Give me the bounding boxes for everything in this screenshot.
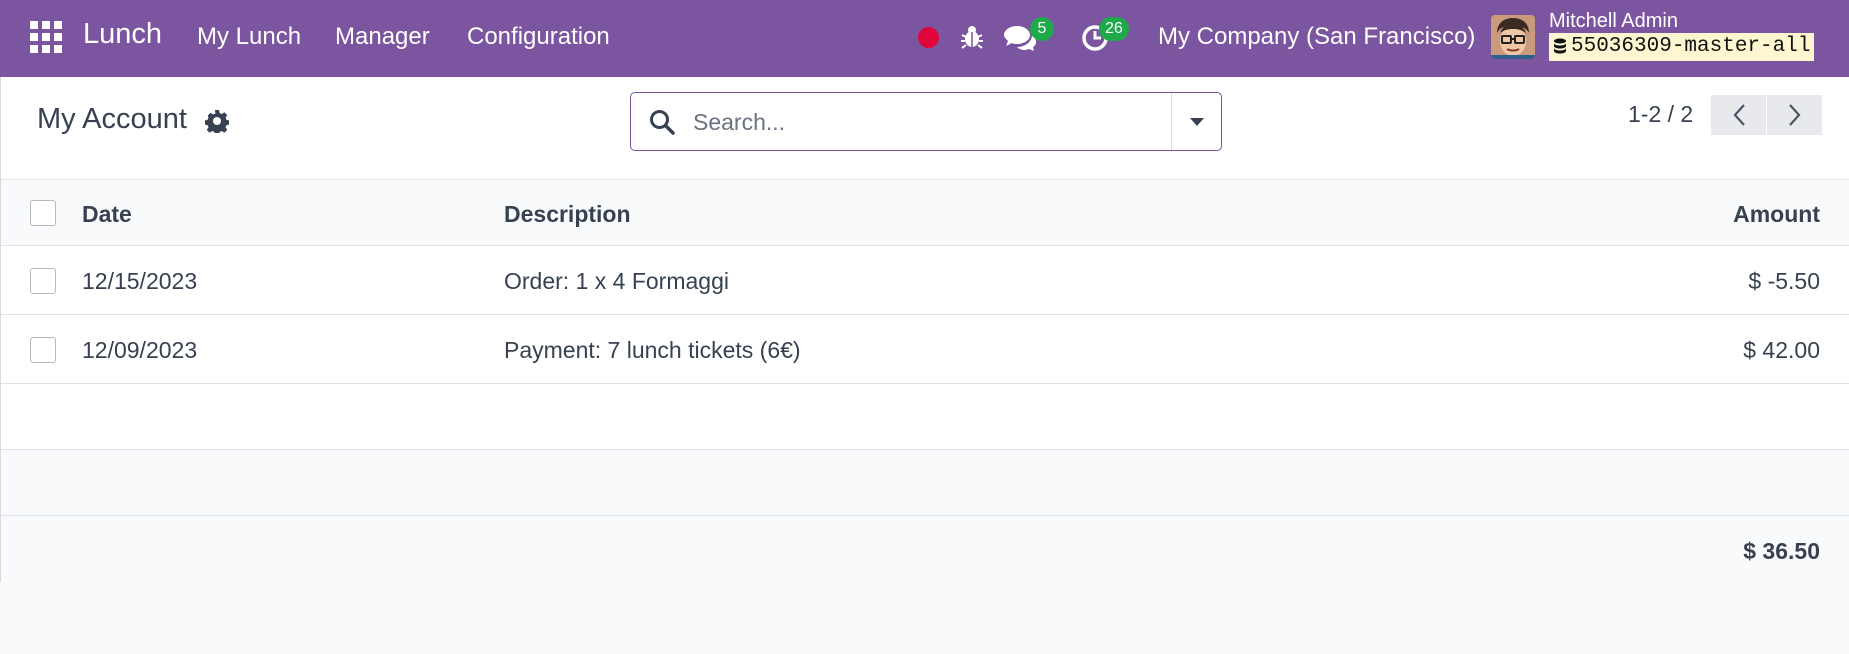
table-row[interactable]: 12/09/2023 Payment: 7 lunch tickets (6€)…	[1, 315, 1849, 384]
menu-manager[interactable]: Manager	[335, 23, 430, 51]
table-row[interactable]: 12/15/2023 Order: 1 x 4 Formaggi $ -5.50	[1, 246, 1849, 315]
user-name[interactable]: Mitchell Admin	[1549, 10, 1678, 33]
pager-previous-button[interactable]	[1711, 95, 1766, 135]
user-avatar[interactable]	[1491, 15, 1535, 59]
search-input[interactable]	[693, 101, 1153, 143]
row-date: 12/15/2023	[82, 268, 198, 294]
pager-value[interactable]: 1-2 / 2	[1628, 101, 1693, 128]
amount-total: $ 36.50	[1743, 538, 1820, 564]
table-footer: $ 36.50	[1, 516, 1849, 582]
select-all-checkbox[interactable]	[30, 200, 56, 226]
menu-configuration[interactable]: Configuration	[467, 23, 610, 51]
column-header-date[interactable]: Date	[82, 201, 132, 228]
table-header: Date Description Amount	[1, 180, 1849, 246]
database-tag: 55036309-master-all	[1549, 33, 1815, 61]
row-description: Order: 1 x 4 Formaggi	[504, 268, 729, 294]
row-checkbox[interactable]	[30, 268, 56, 294]
gear-icon[interactable]	[204, 109, 230, 138]
row-amount: $ 42.00	[1743, 337, 1820, 363]
search-options-toggle[interactable]	[1171, 93, 1221, 150]
caret-down-icon	[1189, 117, 1204, 126]
bug-icon[interactable]	[960, 24, 984, 55]
search-icon	[648, 108, 676, 141]
chevron-left-icon	[1733, 104, 1745, 126]
row-date: 12/09/2023	[82, 337, 198, 363]
account-list: Date Description Amount 12/15/2023 Order…	[0, 180, 1849, 582]
row-amount: $ -5.50	[1748, 268, 1820, 294]
menu-my-lunch[interactable]: My Lunch	[197, 23, 301, 51]
page-title: My Account	[37, 103, 187, 135]
company-switcher[interactable]: My Company (San Francisco)	[1158, 23, 1475, 51]
control-panel: My Account 1-2 / 2	[0, 77, 1849, 180]
pager-next-button[interactable]	[1767, 95, 1822, 135]
recording-indicator[interactable]	[918, 27, 939, 48]
empty-row	[1, 450, 1849, 516]
chevron-right-icon	[1788, 104, 1800, 126]
row-checkbox[interactable]	[30, 337, 56, 363]
top-navbar: Lunch My Lunch Manager Configuration 5 2…	[0, 0, 1849, 77]
messages-badge: 5	[1030, 17, 1054, 41]
database-name: 55036309-master-all	[1571, 35, 1811, 58]
search-bar	[630, 92, 1222, 151]
app-menu-icon[interactable]	[30, 21, 62, 53]
empty-row	[1, 384, 1849, 450]
column-header-amount[interactable]: Amount	[1733, 201, 1820, 228]
column-header-description[interactable]: Description	[504, 201, 631, 228]
row-description: Payment: 7 lunch tickets (6€)	[504, 337, 801, 363]
activities-badge: 26	[1099, 17, 1129, 41]
app-name[interactable]: Lunch	[83, 18, 162, 51]
database-icon	[1554, 38, 1566, 54]
